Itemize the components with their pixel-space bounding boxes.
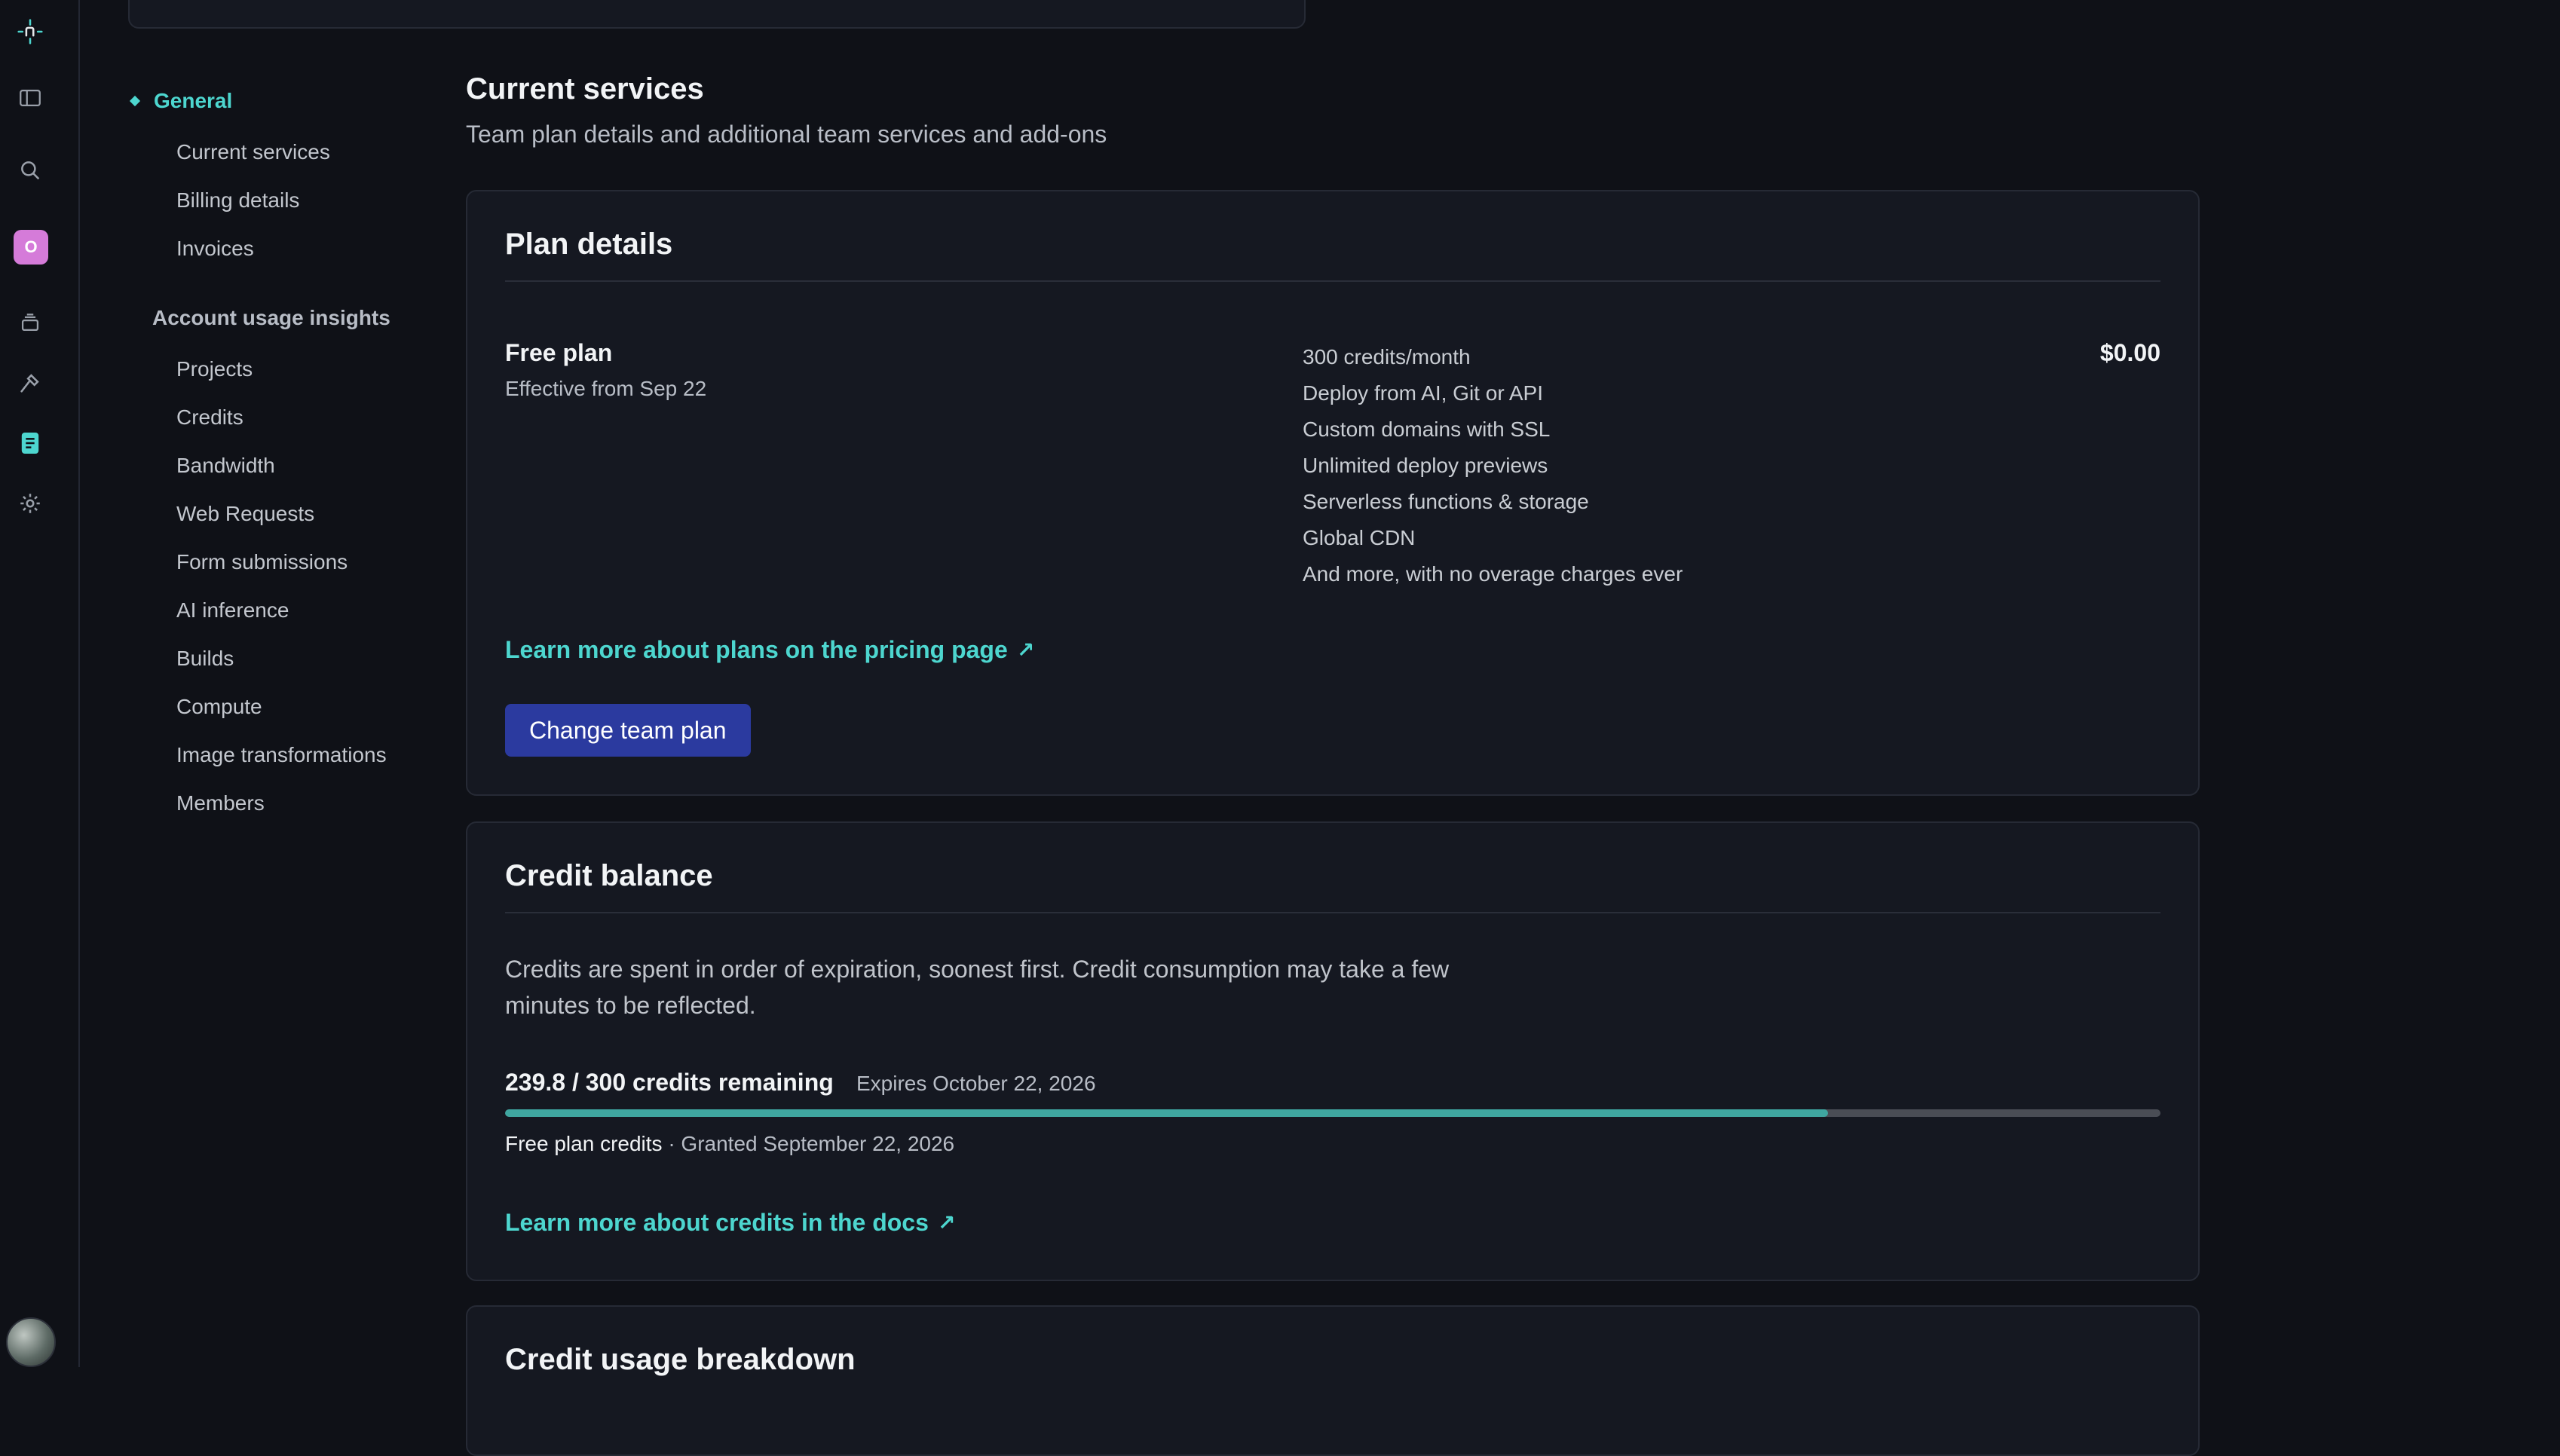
plan-feature: Custom domains with SSL: [1303, 418, 1551, 441]
subnav-group-general[interactable]: General: [128, 89, 232, 113]
credit-granted-date: · Granted September 22, 2026: [662, 1132, 955, 1155]
credit-source: Free plan credits · Granted September 22…: [505, 1132, 954, 1156]
credits-progress-fill: [505, 1109, 1829, 1117]
netlify-logo-icon[interactable]: [0, 11, 60, 53]
card-title: Plan details: [505, 228, 673, 261]
subnav-group-label: General: [154, 89, 233, 112]
plan-feature: Deploy from AI, Git or API: [1303, 381, 1544, 405]
sidebar-toggle-icon[interactable]: [0, 77, 60, 119]
plan-price: $0.00: [2099, 339, 2160, 366]
pricing-page-link[interactable]: Learn more about plans on the pricing pa…: [505, 636, 1034, 664]
subnav-item-members[interactable]: Members: [176, 791, 265, 815]
subnav-item-image-transformations[interactable]: Image transformations: [176, 743, 387, 767]
subnav-item-compute[interactable]: Compute: [176, 695, 262, 719]
external-link-icon: ↗: [937, 1211, 956, 1234]
subnav-group-usage[interactable]: Account usage insights: [152, 306, 390, 330]
card-title: Credit usage breakdown: [505, 1343, 856, 1376]
subnav-item-credits[interactable]: Credits: [176, 405, 243, 430]
icon-rail: O: [0, 0, 80, 1367]
plan-feature: Unlimited deploy previews: [1303, 454, 1548, 477]
search-icon[interactable]: [0, 149, 60, 191]
credits-remaining: 239.8 / 300 credits remaining: [505, 1069, 834, 1096]
subnav-item-ai-inference[interactable]: AI inference: [176, 598, 289, 622]
layers-icon[interactable]: [0, 301, 60, 344]
docs-link-label: Learn more about credits in the docs: [505, 1209, 929, 1236]
credits-expiry: Expires October 22, 2026: [856, 1072, 1096, 1095]
plan-features-list: 300 credits/month Deploy from AI, Git or…: [1303, 339, 1683, 592]
credits-progress-bar: [505, 1109, 2160, 1117]
credit-usage-card: Credit usage breakdown: [466, 1305, 2200, 1456]
subnav-item-builds[interactable]: Builds: [176, 647, 234, 671]
top-card-partial: [128, 0, 1306, 29]
subnav-item-invoices[interactable]: Invoices: [176, 237, 254, 261]
subnav-item-projects[interactable]: Projects: [176, 357, 253, 381]
plan-feature: Global CDN: [1303, 526, 1416, 549]
plan-feature: Serverless functions & storage: [1303, 490, 1589, 513]
active-indicator-icon: [129, 95, 141, 107]
subnav-item-bandwidth[interactable]: Bandwidth: [176, 454, 275, 478]
subnav-item-web-requests[interactable]: Web Requests: [176, 502, 314, 526]
plan-name: Free plan: [505, 339, 613, 366]
change-team-plan-button[interactable]: Change team plan: [505, 704, 751, 757]
subnav-item-current-services[interactable]: Current services: [176, 140, 330, 164]
user-avatar[interactable]: [6, 1317, 56, 1367]
card-title: Credit balance: [505, 859, 713, 892]
billing-icon[interactable]: [0, 422, 60, 464]
gear-icon[interactable]: [0, 482, 60, 525]
hammer-icon[interactable]: [0, 362, 60, 404]
plan-effective-date: Effective from Sep 22: [505, 377, 707, 400]
pricing-link-label: Learn more about plans on the pricing pa…: [505, 636, 1008, 663]
page-title: Current services: [466, 72, 704, 106]
credit-balance-card: Credit balance Credits are spent in orde…: [466, 821, 2200, 1281]
credit-description: Credits are spent in order of expiration…: [505, 956, 1450, 1019]
plan-feature: And more, with no overage charges ever: [1303, 562, 1683, 586]
credits-docs-link[interactable]: Learn more about credits in the docs ↗: [505, 1209, 955, 1237]
subnav-item-billing-details[interactable]: Billing details: [176, 188, 299, 213]
credit-source-name: Free plan credits: [505, 1132, 663, 1155]
team-avatar[interactable]: O: [14, 230, 48, 265]
plan-details-card: Plan details Free plan Effective from Se…: [466, 190, 2200, 796]
subnav-item-form-submissions[interactable]: Form submissions: [176, 550, 348, 574]
plan-feature: 300 credits/month: [1303, 345, 1471, 369]
external-link-icon: ↗: [1016, 638, 1035, 662]
divider: [505, 912, 2160, 913]
divider: [505, 280, 2160, 282]
page-subtitle: Team plan details and additional team se…: [466, 121, 1107, 148]
